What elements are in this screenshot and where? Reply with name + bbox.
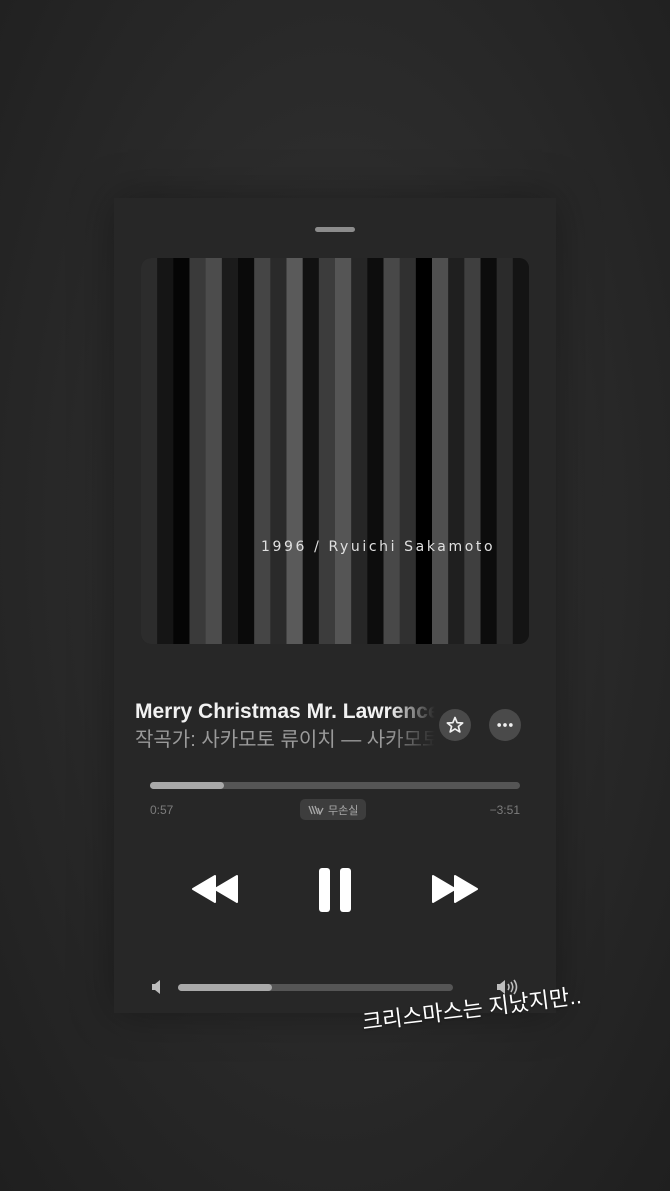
album-artwork: 1996 / Ryuichi Sakamoto [141,258,529,644]
artwork-stripe [351,258,368,644]
artwork-stripe [318,258,336,644]
playback-progress-fill [150,782,224,789]
artwork-stripe [399,258,417,644]
artwork-stripe [141,258,158,644]
artwork-stripe [432,258,449,644]
volume-slider[interactable] [178,984,453,991]
artwork-stripe [448,258,465,644]
rewind-button[interactable] [188,868,242,910]
track-subtitle: 작곡가: 사카모토 류이치 — 사카모토 류이치 [135,729,435,751]
artwork-stripe [302,258,320,644]
artwork-stripe [270,258,287,644]
lossless-badge[interactable]: 무손실 [300,799,367,820]
artwork-stripe [367,258,384,644]
favorite-button[interactable] [439,709,471,741]
volume-low-icon [151,979,165,1000]
playback-scrubber[interactable] [150,782,520,789]
sheet-grabber[interactable] [315,227,355,232]
artwork-stripe [238,258,255,644]
pause-button[interactable] [312,864,358,916]
fast-forward-button[interactable] [428,868,482,910]
artwork-stripe [254,258,271,644]
remaining-time: −3:51 [489,803,520,817]
track-title: Merry Christmas Mr. Lawrence [135,700,435,723]
artwork-stripe [157,258,174,644]
volume-level-fill [178,984,272,991]
ellipsis-icon [497,723,513,727]
rewind-icon [192,875,238,903]
artwork-stripe [205,258,223,644]
artwork-stripe [173,258,190,644]
lossless-label: 무손실 [328,804,359,817]
now-playing-card: 1996 / Ryuichi Sakamoto Merry Christmas … [114,198,556,1013]
artwork-stripe [464,258,481,644]
star-icon [446,716,464,733]
artwork-stripe [189,258,207,644]
more-options-button[interactable] [489,709,521,741]
artwork-stripe [335,258,352,644]
artwork-stripe [415,258,433,644]
artwork-stripe [286,258,304,644]
elapsed-time: 0:57 [150,803,174,817]
artwork-stripe [512,258,529,644]
fast-forward-icon [432,875,478,903]
artwork-stripe [480,258,498,644]
album-artwork-stripes [141,258,529,644]
album-artwork-caption: 1996 / Ryuichi Sakamoto [261,539,496,555]
artwork-stripe [221,258,239,644]
track-info[interactable]: Merry Christmas Mr. Lawrence 작곡가: 사카모토 류… [135,698,435,754]
artwork-stripe [383,258,401,644]
artwork-stripe [496,258,514,644]
lossless-waveform-icon [308,805,324,815]
pause-icon [319,868,351,912]
